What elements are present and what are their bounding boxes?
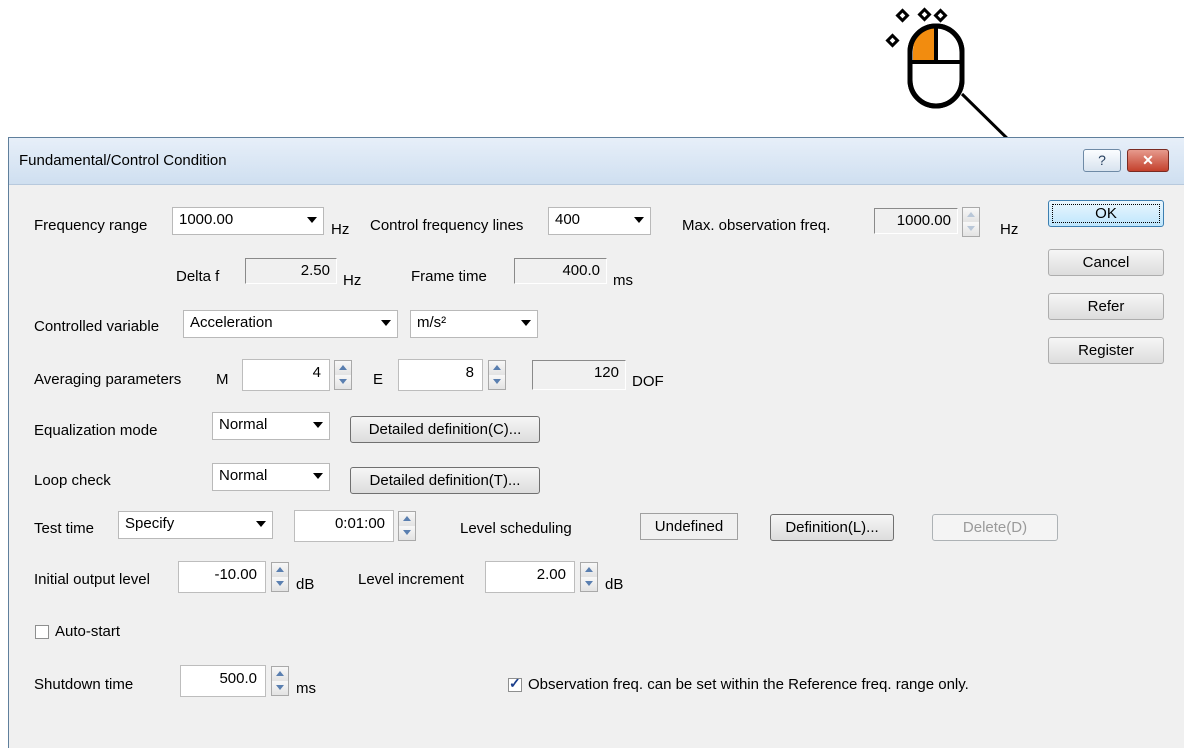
test-time-input[interactable]: 0:01:00 [294, 510, 394, 542]
initial-output-input[interactable]: -10.00 [178, 561, 266, 593]
spin-up-icon[interactable] [335, 361, 351, 376]
initial-output-stepper[interactable] [271, 562, 289, 592]
equalization-label: Equalization mode [34, 422, 158, 439]
auto-start-label: Auto-start [55, 623, 121, 640]
level-increment-input[interactable]: 2.00 [485, 561, 575, 593]
spin-down-icon [963, 222, 979, 236]
spin-up-icon[interactable] [272, 563, 288, 578]
spin-down-icon[interactable] [272, 681, 288, 695]
controlled-unit-select[interactable]: m/s² [410, 310, 538, 338]
initial-output-label: Initial output level [34, 571, 150, 588]
observation-only-label: Observation freq. can be set within the … [528, 676, 969, 693]
averaging-m-label: M [216, 371, 229, 388]
shutdown-time-stepper[interactable] [271, 666, 289, 696]
frequency-range-select[interactable]: 1000.00 [172, 207, 324, 235]
help-icon[interactable]: ? [1083, 149, 1121, 172]
spin-up-icon [963, 208, 979, 223]
spin-up-icon[interactable] [489, 361, 505, 376]
spin-up-icon[interactable] [581, 563, 597, 578]
dialog-title: Fundamental/Control Condition [19, 152, 227, 169]
spin-up-icon[interactable] [272, 667, 288, 682]
loop-check-detail-button[interactable]: Detailed definition(T)... [350, 467, 540, 494]
level-increment-stepper[interactable] [580, 562, 598, 592]
frequency-range-label: Frequency range [34, 217, 148, 234]
chevron-down-icon [313, 422, 323, 428]
scheduling-definition-button[interactable]: Definition(L)... [770, 514, 894, 541]
cancel-button[interactable]: Cancel [1048, 249, 1164, 276]
refer-button[interactable]: Refer [1048, 293, 1164, 320]
frame-time-unit: ms [613, 272, 633, 289]
frame-time-label: Frame time [411, 268, 487, 285]
spin-down-icon[interactable] [272, 577, 288, 591]
spin-down-icon[interactable] [399, 526, 415, 540]
loop-check-select[interactable]: Normal [212, 463, 330, 491]
max-observation-unit: Hz [1000, 221, 1019, 238]
chevron-down-icon [256, 521, 266, 527]
close-icon[interactable]: ✕ [1127, 149, 1169, 172]
max-observation-stepper [962, 207, 980, 237]
delta-f-label: Delta f [176, 268, 220, 285]
shutdown-time-label: Shutdown time [34, 676, 134, 693]
dof-field: 120 [532, 360, 626, 390]
averaging-m-input[interactable]: 4 [242, 359, 330, 391]
frequency-unit: Hz [331, 221, 350, 238]
max-observation-label: Max. observation freq. [682, 217, 831, 234]
level-increment-label: Level increment [358, 571, 464, 588]
shutdown-time-input[interactable]: 500.0 [180, 665, 266, 697]
frame-time-field: 400.0 [514, 258, 607, 284]
chevron-down-icon [313, 473, 323, 479]
test-time-label: Test time [34, 520, 95, 537]
delta-f-field: 2.50 [245, 258, 337, 284]
chevron-down-icon [381, 320, 391, 326]
averaging-label: Averaging parameters [34, 371, 182, 388]
control-lines-select[interactable]: 400 [548, 207, 651, 235]
equalization-detail-button[interactable]: Detailed definition(C)... [350, 416, 540, 443]
chevron-down-icon [521, 320, 531, 326]
averaging-e-input[interactable]: 8 [398, 359, 483, 391]
dof-label: DOF [632, 373, 664, 390]
observation-only-checkbox[interactable] [508, 675, 522, 692]
control-lines-label: Control frequency lines [370, 217, 524, 234]
controlled-variable-select[interactable]: Acceleration [183, 310, 398, 338]
chevron-down-icon [634, 217, 644, 223]
loop-check-label: Loop check [34, 472, 111, 489]
spin-up-icon[interactable] [399, 512, 415, 527]
averaging-m-stepper[interactable] [334, 360, 352, 390]
title-bar: Fundamental/Control Condition ? ✕ [9, 138, 1184, 185]
auto-start-checkbox[interactable] [35, 625, 49, 639]
max-observation-field: 1000.00 [874, 208, 958, 234]
shutdown-time-unit: ms [296, 680, 316, 697]
mouse-icon [907, 23, 965, 109]
level-scheduling-status: Undefined [640, 513, 738, 540]
level-increment-unit: dB [605, 576, 624, 593]
spin-down-icon[interactable] [489, 375, 505, 389]
scheduling-delete-button[interactable]: Delete(D) [932, 514, 1058, 541]
spin-down-icon[interactable] [581, 577, 597, 591]
averaging-e-stepper[interactable] [488, 360, 506, 390]
chevron-down-icon [307, 217, 317, 223]
averaging-e-label: E [373, 371, 384, 388]
register-button[interactable]: Register [1048, 337, 1164, 364]
level-scheduling-label: Level scheduling [460, 520, 572, 537]
initial-output-unit: dB [296, 576, 315, 593]
controlled-variable-label: Controlled variable [34, 318, 160, 335]
test-time-select[interactable]: Specify [118, 511, 273, 539]
ok-button[interactable]: OK [1048, 200, 1164, 227]
equalization-select[interactable]: Normal [212, 412, 330, 440]
test-time-stepper[interactable] [398, 511, 416, 541]
delta-f-unit: Hz [343, 272, 362, 289]
spin-down-icon[interactable] [335, 375, 351, 389]
